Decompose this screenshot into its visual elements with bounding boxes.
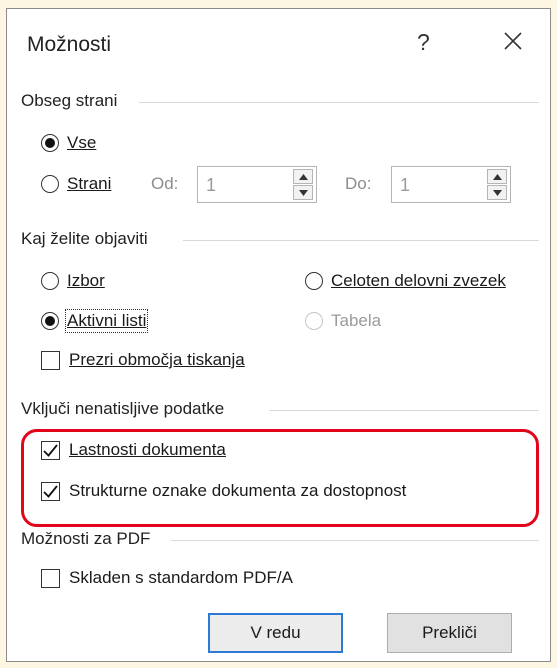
radio-button[interactable] bbox=[41, 272, 59, 290]
radio-selection[interactable]: Izbor bbox=[41, 271, 105, 291]
radio-button-disabled bbox=[305, 312, 323, 330]
radio-button-checked[interactable] bbox=[41, 312, 59, 330]
radio-pages-label: Strani bbox=[67, 174, 112, 193]
radio-entire-workbook[interactable]: Celoten delovni zvezek bbox=[305, 271, 506, 291]
ignore-print-areas-label: Prezri območja tiskanja bbox=[69, 350, 245, 369]
non-printing-heading: Vključi nenatisljive podatke bbox=[21, 399, 225, 418]
radio-all-label: Vse bbox=[67, 133, 97, 152]
triangle-up-icon bbox=[298, 173, 308, 180]
checkbox-ignore-print-areas[interactable]: Prezri območja tiskanja bbox=[41, 350, 245, 370]
pdfa-label: Skladen s standardom PDF/A bbox=[69, 568, 293, 587]
to-value: 1 bbox=[400, 175, 411, 195]
to-spin-up[interactable] bbox=[487, 169, 507, 184]
radio-button[interactable] bbox=[305, 272, 323, 290]
radio-pages[interactable]: Strani bbox=[41, 174, 111, 194]
checkbox-checked[interactable] bbox=[41, 440, 60, 460]
close-icon bbox=[504, 32, 522, 50]
checkmark-icon bbox=[43, 443, 58, 457]
to-spin-down[interactable] bbox=[487, 185, 507, 200]
from-spinner[interactable]: 1 bbox=[197, 166, 317, 203]
radio-table: Tabela bbox=[305, 311, 381, 331]
from-spin-up[interactable] bbox=[293, 169, 313, 184]
triangle-up-icon bbox=[492, 173, 502, 180]
checkmark-icon bbox=[43, 484, 58, 498]
radio-active-sheets-label: Aktivni listi bbox=[64, 309, 149, 333]
section-divider bbox=[183, 240, 539, 241]
to-spinner[interactable]: 1 bbox=[391, 166, 511, 203]
publish-what-heading: Kaj želite objaviti bbox=[21, 229, 148, 248]
checkbox[interactable] bbox=[41, 568, 60, 588]
radio-selection-label: Izbor bbox=[67, 271, 105, 290]
radio-button-checked[interactable] bbox=[41, 134, 59, 152]
from-spin-down[interactable] bbox=[293, 185, 313, 200]
help-button[interactable]: ? bbox=[417, 29, 430, 56]
structure-tags-label: Strukturne oznake dokumenta za dostopnos… bbox=[69, 481, 407, 500]
radio-table-label: Tabela bbox=[331, 311, 382, 330]
checkbox-checked[interactable] bbox=[41, 481, 60, 501]
triangle-down-icon bbox=[298, 189, 308, 196]
checkbox-structure-tags[interactable]: Strukturne oznake dokumenta za dostopnos… bbox=[41, 481, 406, 501]
section-divider bbox=[139, 102, 539, 103]
checkbox-document-properties[interactable]: Lastnosti dokumenta bbox=[41, 440, 226, 460]
document-properties-label: Lastnosti dokumenta bbox=[69, 440, 226, 459]
to-label: Do: bbox=[345, 174, 372, 193]
radio-entire-workbook-label: Celoten delovni zvezek bbox=[331, 271, 506, 290]
checkbox[interactable] bbox=[41, 350, 60, 370]
close-button[interactable] bbox=[503, 29, 523, 55]
pdf-options-heading: Možnosti za PDF bbox=[21, 529, 151, 548]
radio-all-pages[interactable]: Vse bbox=[41, 133, 96, 153]
cancel-button[interactable]: Prekliči bbox=[387, 613, 512, 653]
from-label: Od: bbox=[151, 174, 179, 193]
section-divider bbox=[269, 410, 539, 411]
checkbox-pdfa[interactable]: Skladen s standardom PDF/A bbox=[41, 568, 293, 588]
ok-button[interactable]: V redu bbox=[208, 613, 343, 653]
radio-button[interactable] bbox=[41, 175, 59, 193]
from-value: 1 bbox=[206, 175, 217, 195]
dialog-title: Možnosti bbox=[27, 33, 112, 56]
options-dialog: Možnosti ? Obseg strani Vse Strani Od: 1… bbox=[6, 8, 551, 662]
radio-active-sheets[interactable]: Aktivni listi bbox=[41, 309, 149, 333]
triangle-down-icon bbox=[492, 189, 502, 196]
page-range-heading: Obseg strani bbox=[21, 91, 118, 110]
section-divider bbox=[171, 540, 539, 541]
